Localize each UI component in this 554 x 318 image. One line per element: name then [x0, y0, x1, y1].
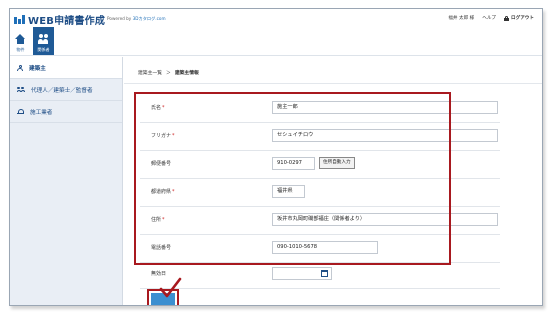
- app-window: WEB申請書作成 Powered by 3Dカタログ.com 福井 太郎 様 ヘ…: [9, 8, 543, 306]
- logo-icon: [14, 15, 25, 24]
- save-highlight: [147, 277, 182, 305]
- top-bar: WEB申請書作成 Powered by 3Dカタログ.com 福井 太郎 様 ヘ…: [10, 9, 542, 56]
- invalid-date-label: 無効日: [151, 271, 167, 277]
- powered-brand: 3Dカタログ.com: [132, 16, 166, 21]
- field-row-invalid-date: 無効日: [140, 261, 500, 289]
- main-content: 建築主一覧 ＞ 建築主情報 氏名* 施主一郎 フリガナ* セシュイチロウ 郵便番…: [124, 57, 542, 305]
- breadcrumb: 建築主一覧 ＞ 建築主情報: [138, 69, 199, 76]
- nav-tab-label: 関係者: [37, 47, 50, 52]
- app-title: WEB申請書作成: [28, 16, 106, 27]
- sidebar: 建築主 代理人／建築士／監督者 施工業者: [10, 57, 123, 305]
- person-icon: [17, 64, 23, 71]
- breadcrumb-separator: ＞: [166, 71, 171, 76]
- lock-icon: [504, 15, 510, 21]
- home-icon: [15, 34, 26, 44]
- divider: [124, 83, 542, 84]
- main-nav: 物件 関係者: [10, 27, 54, 55]
- sidebar-item-owner[interactable]: 建築主: [10, 57, 122, 79]
- sidebar-item-label: 施工業者: [30, 109, 53, 116]
- sidebar-item-agent[interactable]: 代理人／建築士／監督者: [10, 79, 122, 101]
- breadcrumb-parent[interactable]: 建築主一覧: [138, 69, 162, 76]
- nav-tab-property[interactable]: 物件: [10, 27, 31, 55]
- sidebar-item-contractor[interactable]: 施工業者: [10, 101, 122, 123]
- helmet-icon: [17, 109, 24, 114]
- sidebar-item-label: 代理人／建築士／監督者: [31, 87, 93, 94]
- breadcrumb-current: 建築主情報: [174, 71, 199, 76]
- powered-prefix: Powered by: [107, 16, 132, 21]
- invalid-date-field[interactable]: [272, 267, 332, 280]
- nav-tab-label: 物件: [16, 47, 25, 52]
- powered-by: Powered by 3Dカタログ.com: [107, 16, 166, 22]
- people-icon: [17, 86, 25, 93]
- app-logo: WEB申請書作成: [14, 12, 105, 27]
- nav-tab-stakeholders[interactable]: 関係者: [33, 27, 54, 55]
- help-link[interactable]: ヘルプ: [482, 15, 496, 21]
- checkmark-icon: [159, 277, 182, 298]
- user-area: 福井 太郎 様 ヘルプ ログアウト: [448, 15, 534, 21]
- user-name: 福井 太郎 様: [448, 16, 475, 21]
- logout-link[interactable]: ログアウト: [504, 15, 534, 21]
- calendar-icon[interactable]: [321, 270, 328, 277]
- logout-label: ログアウト: [511, 16, 534, 21]
- people-icon: [38, 34, 50, 44]
- highlight-box: [134, 92, 451, 265]
- sidebar-item-label: 建築主: [29, 65, 46, 72]
